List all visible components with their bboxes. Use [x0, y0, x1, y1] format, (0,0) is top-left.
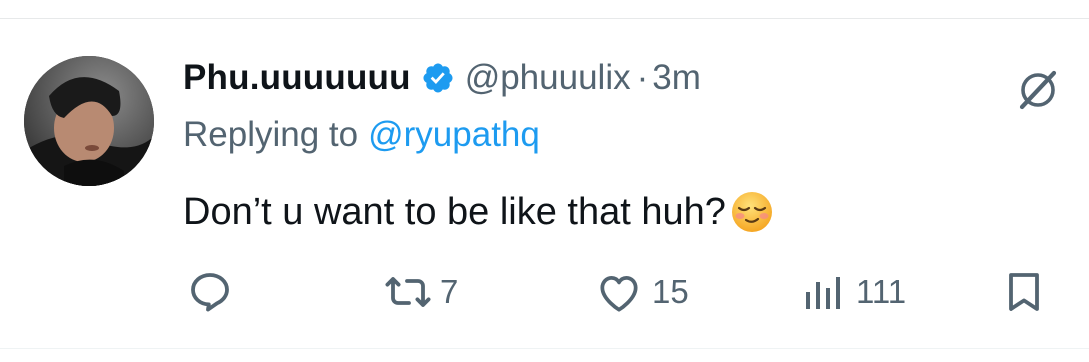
bookmark-icon — [1000, 268, 1048, 316]
reply-button[interactable] — [186, 262, 234, 322]
bookmark-button[interactable] — [1000, 262, 1048, 322]
replying-to-handle[interactable]: @ryupathq — [368, 115, 540, 155]
like-button[interactable]: 15 — [594, 262, 689, 322]
reply-icon — [186, 268, 234, 316]
retweet-icon — [384, 268, 432, 316]
avatar[interactable] — [24, 56, 154, 186]
top-divider — [0, 18, 1089, 19]
replying-to-label: Replying to — [183, 115, 359, 154]
like-icon — [594, 267, 644, 317]
retweet-button[interactable]: 7 — [384, 262, 458, 322]
tweet-body: Don’t u want to be like that huh? — [183, 190, 726, 233]
tweet-header: Phu.uuuuuuu @phuuulix · 3m — [183, 52, 701, 104]
views-count: 111 — [856, 273, 907, 310]
author-handle[interactable]: @phuuulix — [465, 58, 631, 98]
display-name[interactable]: Phu.uuuuuuu — [183, 58, 411, 98]
views-icon — [800, 268, 848, 316]
verified-badge-icon[interactable] — [421, 61, 455, 95]
bottom-divider — [0, 348, 1089, 349]
grok-icon[interactable] — [1012, 64, 1064, 116]
timestamp[interactable]: 3m — [652, 58, 701, 98]
relieved-face-emoji-icon — [730, 190, 774, 234]
replying-to-line: Replying to @ryupathq — [183, 113, 540, 157]
tweet-text: Don’t u want to be like that huh? — [183, 184, 774, 240]
like-count: 15 — [652, 273, 689, 310]
separator-dot: · — [636, 58, 649, 97]
retweet-count: 7 — [440, 273, 459, 310]
action-bar: 7 15 111 — [0, 262, 1089, 322]
views-button[interactable]: 111 — [800, 262, 906, 322]
